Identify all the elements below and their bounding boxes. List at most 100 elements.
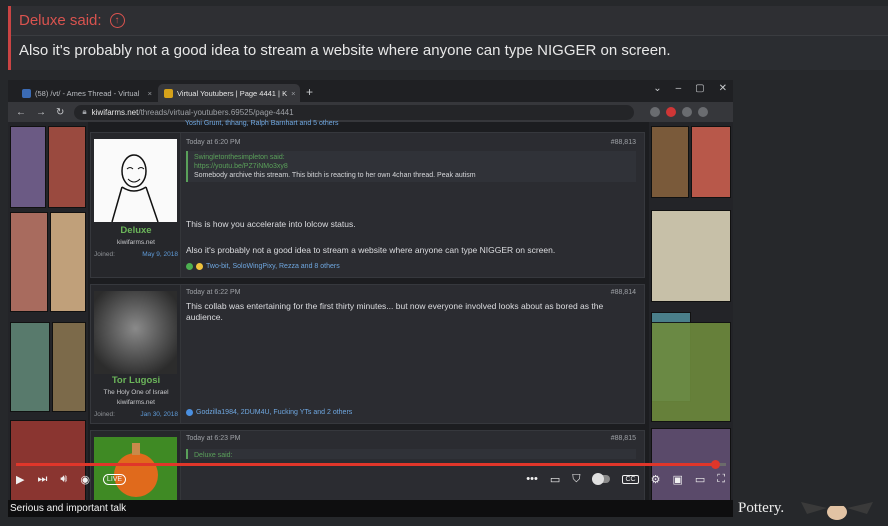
browser-tab[interactable]: (58) /vt/ - Ames Thread - Virtual × xyxy=(16,84,158,102)
post-text: Also it's probably not a good idea to st… xyxy=(186,245,556,255)
joined-row: Joined: May 9, 2018 xyxy=(94,251,178,258)
video-player[interactable]: (58) /vt/ - Ames Thread - Virtual × Virt… xyxy=(8,80,733,517)
inner-quote: Deluxe said: xyxy=(186,449,636,459)
inner-quote-link[interactable]: https://youtu.be/PZ7iNMo3xy8 xyxy=(188,161,636,170)
art-tile xyxy=(10,420,86,504)
reaction-summary[interactable]: Two-bit, SoloWingPixy, Rezza and 8 other… xyxy=(186,263,340,270)
user-title: The Holy One of Israel xyxy=(103,389,169,396)
next-icon[interactable]: ⏭︎ xyxy=(37,473,47,486)
volume-icon[interactable]: 🔊︎ xyxy=(60,473,67,486)
art-tile xyxy=(10,322,50,412)
close-icon[interactable]: × xyxy=(148,89,152,98)
chat-icon[interactable]: ▭ xyxy=(550,473,560,486)
reaction-icon xyxy=(186,263,193,270)
progress-fill xyxy=(16,463,716,466)
post-user-sidebar: Tor Lugosi The Holy One of Israel kiwifa… xyxy=(91,285,181,423)
inner-quote: Swingletonthesimpleton said: https://you… xyxy=(186,151,636,182)
player-controls: ▶ ⏭︎ 🔊︎ ◉ LIVE ••• ▭ ⛉ CC ⚙ ▣ ▭ ⛶ xyxy=(8,468,733,490)
window-controls: ⌄ – ▢ ✕ xyxy=(653,83,727,94)
browser-toolbar: ← → ↻ 🔒︎ kiwifarms.net/threads/virtual-y… xyxy=(8,102,733,122)
post-timestamp[interactable]: Today at 6:22 PM xyxy=(186,289,240,296)
art-tile xyxy=(10,126,46,208)
user-title: kiwifarms.net xyxy=(117,239,155,246)
post-number[interactable]: #88,813 xyxy=(611,139,636,146)
quote-header[interactable]: Deluxe said: ↑ xyxy=(11,6,888,36)
reaction-summary[interactable]: Yoshi Grunt, thhang, Ralph Barnhart and … xyxy=(185,120,338,127)
joined-row: Joined: Jan 30, 2018 xyxy=(94,411,178,418)
browser-tab-active[interactable]: Virtual Youtubers | Page 4441 | K × xyxy=(158,84,300,102)
arrow-up-icon[interactable]: ↑ xyxy=(109,13,125,28)
reaction-icon xyxy=(196,263,203,270)
art-tile xyxy=(52,322,86,412)
post-timestamp[interactable]: Today at 6:20 PM xyxy=(186,139,240,146)
reaction-summary[interactable]: Godzilla1984, 2DUM4U, Fucking YTs and 2 … xyxy=(186,409,352,416)
close-window-icon[interactable]: ✕ xyxy=(719,83,727,94)
forum-post: Deluxe kiwifarms.net Joined: May 9, 2018 … xyxy=(90,132,645,278)
broadcast-icon[interactable]: ◉ xyxy=(80,473,90,486)
tab-label: Virtual Youtubers | Page 4441 | K xyxy=(177,88,288,98)
video-progress-bar[interactable] xyxy=(16,460,726,469)
fullscreen-icon[interactable]: ⛶ xyxy=(717,473,725,486)
shield-icon[interactable]: ⛉ xyxy=(572,473,580,486)
minimize-icon[interactable]: – xyxy=(676,83,682,94)
right-art-gutter xyxy=(649,122,733,504)
user-subtitle: kiwifarms.net xyxy=(117,399,155,406)
art-tile xyxy=(651,322,731,422)
quote-block: Deluxe said: ↑ Also it's probably not a … xyxy=(8,6,888,70)
autoplay-toggle[interactable] xyxy=(592,473,611,485)
close-icon[interactable]: × xyxy=(291,89,295,98)
art-tile xyxy=(651,210,731,302)
maximize-icon[interactable]: ▢ xyxy=(695,83,704,94)
live-badge[interactable]: LIVE xyxy=(102,473,127,485)
inner-quote-author[interactable]: Swingletonthesimpleton said: xyxy=(188,151,636,161)
reload-icon[interactable]: ↻ xyxy=(56,107,64,118)
more-icon[interactable]: ••• xyxy=(526,473,538,485)
username[interactable]: Deluxe xyxy=(91,225,181,236)
username[interactable]: Tor Lugosi xyxy=(91,375,181,386)
webpage-content: Yoshi Grunt, thhang, Ralph Barnhart and … xyxy=(8,120,733,517)
art-tile xyxy=(10,212,48,312)
new-tab-icon[interactable]: + xyxy=(306,85,313,99)
art-tile xyxy=(651,126,689,198)
forum-post: Tor Lugosi The Holy One of Israel kiwifa… xyxy=(90,284,645,424)
address-bar[interactable]: 🔒︎ kiwifarms.net/threads/virtual-youtube… xyxy=(74,104,635,120)
miniplayer-icon[interactable]: ▣ xyxy=(672,473,682,486)
lock-icon: 🔒︎ xyxy=(82,107,87,116)
profile-icon[interactable] xyxy=(698,107,709,117)
puzzle-icon[interactable] xyxy=(682,107,693,117)
back-icon[interactable]: ← xyxy=(16,107,26,118)
extension-icon[interactable] xyxy=(666,107,677,117)
post-number[interactable]: #88,814 xyxy=(611,289,636,296)
play-icon[interactable]: ▶ xyxy=(16,473,24,486)
quote-author[interactable]: Deluxe said: xyxy=(19,12,102,29)
inner-quote-text: Somebody archive this stream. This bitch… xyxy=(194,172,476,179)
forward-icon[interactable]: → xyxy=(36,107,46,118)
reaction-icon xyxy=(186,409,193,416)
thread-posts: Yoshi Grunt, thhang, Ralph Barnhart and … xyxy=(90,120,645,517)
tab-favicon-icon xyxy=(164,88,173,98)
post-user-sidebar: Deluxe kiwifarms.net Joined: May 9, 2018 xyxy=(91,133,181,277)
gear-icon[interactable]: ⚙ xyxy=(651,473,661,486)
share-icon[interactable] xyxy=(650,107,661,117)
tab-favicon-icon xyxy=(22,88,31,98)
quote-text: Also it's probably not a good idea to st… xyxy=(19,42,671,59)
post-text: This collab was entertaining for the fir… xyxy=(186,301,604,322)
captions-icon[interactable]: CC xyxy=(622,474,639,484)
art-tile xyxy=(50,212,86,312)
extensions xyxy=(650,107,709,117)
art-tile xyxy=(48,126,86,208)
avatar[interactable] xyxy=(94,139,177,223)
chevron-down-icon[interactable]: ⌄ xyxy=(653,83,661,94)
left-art-gutter xyxy=(8,122,88,504)
post-timestamp[interactable]: Today at 6:23 PM xyxy=(186,435,240,442)
video-caption: Serious and important talk xyxy=(8,500,733,517)
post-number[interactable]: #88,815 xyxy=(611,435,636,442)
tab-label: (58) /vt/ - Ames Thread - Virtual xyxy=(35,88,140,98)
inner-quote-author[interactable]: Deluxe said: xyxy=(188,449,636,459)
avatar[interactable] xyxy=(94,291,177,374)
art-tile xyxy=(691,126,731,198)
emote-image xyxy=(797,500,877,520)
theater-icon[interactable]: ▭ xyxy=(695,473,705,486)
browser-tab-strip: (58) /vt/ - Ames Thread - Virtual × Virt… xyxy=(8,80,733,102)
post-text: This is how you accelerate into lolcow s… xyxy=(186,219,356,229)
